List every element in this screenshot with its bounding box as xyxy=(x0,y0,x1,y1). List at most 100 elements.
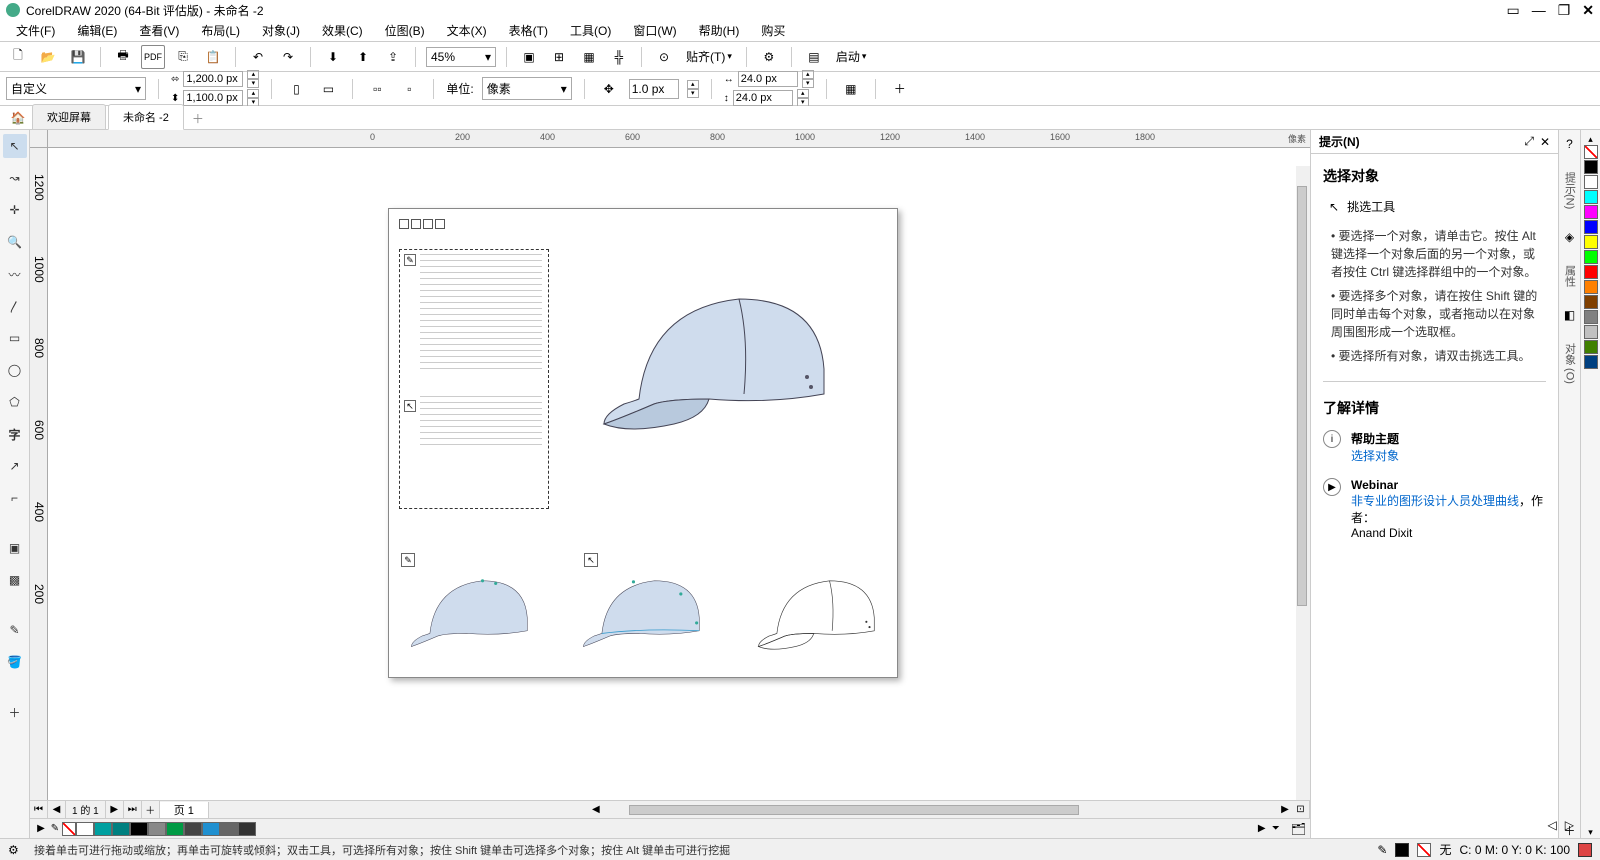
show-grid-icon[interactable]: ▦ xyxy=(577,45,601,69)
vswatch[interactable] xyxy=(1584,340,1598,354)
pdf-icon[interactable]: PDF xyxy=(141,45,165,69)
status-end-swatch[interactable] xyxy=(1578,843,1592,857)
color-swatch[interactable] xyxy=(112,822,130,836)
menu-view[interactable]: 查看(V) xyxy=(129,20,189,41)
color-swatch[interactable] xyxy=(130,822,148,836)
artistic-media-icon[interactable]: 〳 xyxy=(3,294,27,318)
help-topic-link[interactable]: 选择对象 xyxy=(1351,449,1399,463)
hint-prev-icon[interactable]: ◁ xyxy=(1548,818,1557,832)
nudge-input[interactable] xyxy=(629,79,679,99)
eyedropper-icon[interactable]: ✎ xyxy=(3,618,27,642)
color-swatch[interactable] xyxy=(202,822,220,836)
publish-icon[interactable]: ⇪ xyxy=(381,45,405,69)
export-icon[interactable]: ⬆ xyxy=(351,45,375,69)
color-swatch[interactable] xyxy=(184,822,202,836)
current-page-icon[interactable]: ▫ xyxy=(397,77,421,101)
color-swatch[interactable] xyxy=(148,822,166,836)
copy-icon[interactable]: ⎘ xyxy=(171,45,195,69)
width-down[interactable]: ▾ xyxy=(247,79,259,88)
add-page[interactable]: ＋ xyxy=(142,801,160,819)
add-tool-icon[interactable]: ＋ xyxy=(3,700,27,724)
transparency-icon[interactable]: ▩ xyxy=(3,568,27,592)
palette-down-icon[interactable]: ▾ xyxy=(1588,827,1593,838)
add-tab-button[interactable]: ＋ xyxy=(186,107,210,129)
duplicate-x-input[interactable] xyxy=(738,71,798,87)
parallel-dimension-icon[interactable]: ↗ xyxy=(3,454,27,478)
maximize-button[interactable]: ❐ xyxy=(1558,2,1571,19)
height-up[interactable]: ▴ xyxy=(247,89,259,98)
polygon-tool-icon[interactable]: ⬠ xyxy=(3,390,27,414)
text-tool-icon[interactable]: 字 xyxy=(3,422,27,446)
paste-icon[interactable]: 📋 xyxy=(201,45,225,69)
color-swatch[interactable] xyxy=(238,822,256,836)
page-height-input[interactable] xyxy=(183,90,243,106)
vswatch[interactable] xyxy=(1584,310,1598,324)
vswatch[interactable] xyxy=(1584,235,1598,249)
eyedropper-palette-icon[interactable]: ✎ xyxy=(48,823,62,834)
menu-bitmap[interactable]: 位图(B) xyxy=(375,20,435,41)
import-icon[interactable]: ⬇ xyxy=(321,45,345,69)
minimize-button[interactable]: — xyxy=(1532,2,1546,18)
fill-tool-icon[interactable]: 🪣 xyxy=(3,650,27,674)
tab-welcome[interactable]: 欢迎屏幕 xyxy=(32,104,106,129)
vswatch[interactable] xyxy=(1584,280,1598,294)
page-first[interactable]: ⏮ xyxy=(30,801,48,819)
color-swatch[interactable] xyxy=(94,822,112,836)
vswatch[interactable] xyxy=(1584,175,1598,189)
palette-right-icon[interactable]: ▶ xyxy=(1255,823,1269,834)
help-docker-icon[interactable]: ? xyxy=(1562,136,1578,152)
scroll-thumb-h[interactable] xyxy=(629,805,1079,815)
canvas-viewport[interactable]: ✎ ↖ ✎ ↖ xyxy=(48,148,1310,800)
page-prev[interactable]: ◀ xyxy=(48,801,66,819)
redo-icon[interactable]: ↷ xyxy=(276,45,300,69)
launch-dropdown[interactable]: 启动▾ xyxy=(832,48,871,65)
scroll-right-icon[interactable]: ▶ xyxy=(1278,804,1292,815)
docker-tab-objects[interactable]: 对象 (O) xyxy=(1562,339,1578,388)
menu-file[interactable]: 文件(F) xyxy=(6,20,65,41)
menu-edit[interactable]: 编辑(E) xyxy=(67,20,127,41)
outline-pen-icon[interactable]: ✎ xyxy=(1377,843,1387,857)
page-next[interactable]: ▶ xyxy=(106,801,124,819)
tablet-mode-icon[interactable]: ▭ xyxy=(1506,2,1519,19)
docker-tab-properties[interactable]: 属性 xyxy=(1562,261,1578,291)
page-last[interactable]: ⏭ xyxy=(124,801,142,819)
close-button[interactable]: ✕ xyxy=(1582,2,1594,19)
options-icon[interactable]: ⚙ xyxy=(757,45,781,69)
crop-tool-icon[interactable]: ✛ xyxy=(3,198,27,222)
fill-none-icon[interactable] xyxy=(1417,843,1431,857)
scroll-thumb-v[interactable] xyxy=(1297,186,1307,606)
pick-tool-icon[interactable]: ↖ xyxy=(3,134,27,158)
open-icon[interactable]: 📂 xyxy=(36,45,60,69)
undock-icon[interactable]: ⤢ xyxy=(1524,134,1534,149)
units-select[interactable]: 像素▾ xyxy=(482,77,572,100)
menu-object[interactable]: 对象(J) xyxy=(252,20,310,41)
drop-shadow-icon[interactable]: ▣ xyxy=(3,536,27,560)
menu-text[interactable]: 文本(X) xyxy=(437,20,497,41)
horizontal-ruler[interactable]: 0 200 400 600 800 1000 1200 1400 1600 18… xyxy=(30,130,1310,148)
print-icon[interactable]: 🖶 xyxy=(111,45,135,69)
vswatch[interactable] xyxy=(1584,205,1598,219)
landscape-icon[interactable]: ▭ xyxy=(316,77,340,101)
freehand-tool-icon[interactable]: 〰 xyxy=(3,262,27,286)
color-swatch[interactable] xyxy=(220,822,238,836)
zoom-fit-icon[interactable]: ⊡ xyxy=(1292,801,1310,819)
zoom-level-select[interactable]: 45%▾ xyxy=(426,47,496,67)
vswatch[interactable] xyxy=(1584,220,1598,234)
rectangle-tool-icon[interactable]: ▭ xyxy=(3,326,27,350)
snap-dropdown[interactable]: 贴齐(T)▾ xyxy=(682,48,736,65)
fullscreen-icon[interactable]: ▣ xyxy=(517,45,541,69)
tab-document[interactable]: 未命名 -2 xyxy=(108,104,184,130)
webinar-link[interactable]: 非专业的图形设计人员处理曲线 xyxy=(1351,494,1519,508)
color-swatch[interactable] xyxy=(76,822,94,836)
vswatch[interactable] xyxy=(1584,355,1598,369)
ellipse-tool-icon[interactable]: ◯ xyxy=(3,358,27,382)
no-color-vswatch[interactable] xyxy=(1584,145,1598,159)
snap-icon[interactable]: ⊙ xyxy=(652,45,676,69)
nudge-icon[interactable]: ✥ xyxy=(597,77,621,101)
status-gear-icon[interactable]: ⚙ xyxy=(8,843,24,857)
duplicate-y-input[interactable] xyxy=(733,90,793,106)
docker-tab-hints[interactable]: 提示(N) xyxy=(1562,168,1578,213)
save-icon[interactable]: 💾 xyxy=(66,45,90,69)
menu-layout[interactable]: 布局(L) xyxy=(191,20,250,41)
show-guides-icon[interactable]: ╬ xyxy=(607,45,631,69)
